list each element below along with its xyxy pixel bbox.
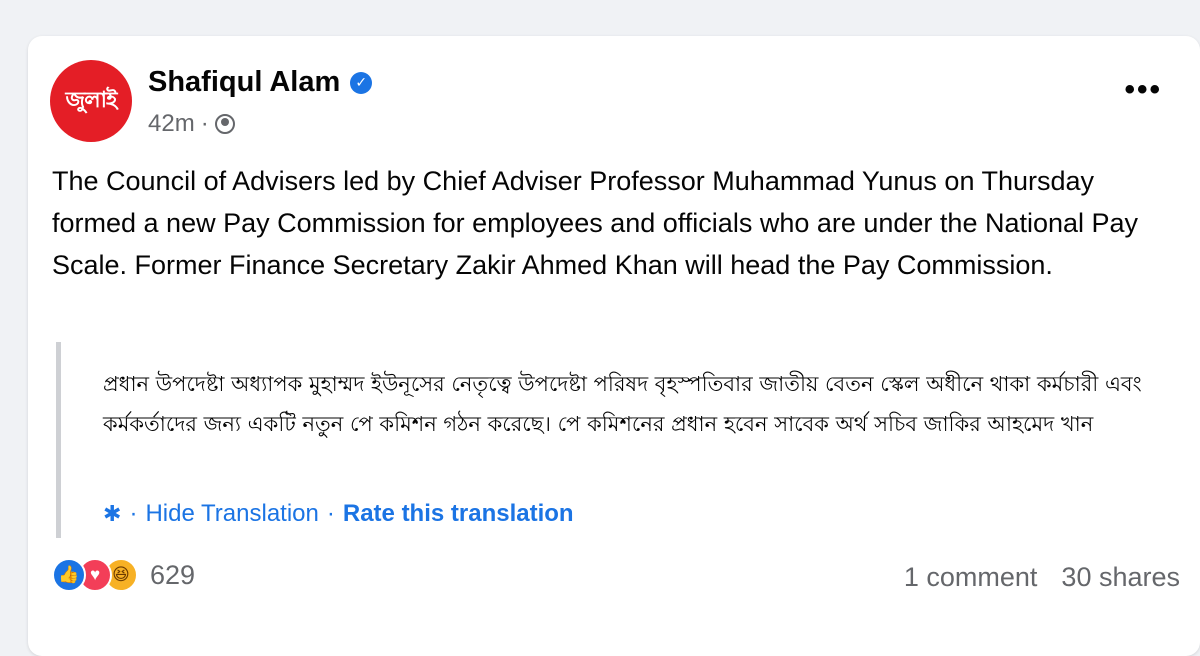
avatar-logo-text: জুলাই (65, 87, 118, 113)
shares-count[interactable]: 30 shares (1061, 562, 1180, 593)
avatar[interactable]: জুলাই (50, 60, 132, 142)
author-name[interactable]: Shafiqul Alam (148, 66, 340, 99)
post-meta: 42m · (148, 110, 235, 138)
original-text: প্রধান উপদেষ্টা অধ্যাপক মুহাম্মদ ইউনূসের… (103, 372, 1142, 436)
link-separator: · (129, 500, 138, 527)
post-time[interactable]: 42m (148, 110, 195, 138)
more-options-button[interactable]: ••• (1124, 75, 1162, 105)
post-stats: 1 comment 30 shares (904, 562, 1180, 593)
post-body: The Council of Advisers led by Chief Adv… (52, 166, 1139, 280)
reaction-count[interactable]: 629 (150, 560, 195, 591)
meta-separator: · (200, 110, 209, 137)
link-separator: · (326, 500, 335, 527)
original-text-block: প্রধান উপদেষ্টা অধ্যাপক মুহাম্মদ ইউনূসের… (56, 342, 1191, 538)
post-author: Shafiqul Alam ✓ (148, 66, 373, 99)
like-icon: 👍 (52, 558, 86, 592)
rate-translation-link[interactable]: Rate this translation (343, 500, 574, 528)
translation-links: ✱ · Hide Translation · Rate this transla… (103, 500, 574, 528)
reactions-summary[interactable]: 👍 ♥ 😆 629 (52, 558, 195, 592)
hide-translation-link[interactable]: Hide Translation (145, 500, 318, 528)
gear-icon[interactable]: ✱ (103, 501, 121, 527)
post-card: জুলাই Shafiqul Alam ✓ 42m · ••• The Coun… (28, 36, 1200, 656)
verified-badge-icon: ✓ (350, 71, 373, 94)
globe-icon (214, 114, 235, 134)
comments-count[interactable]: 1 comment (904, 562, 1038, 593)
